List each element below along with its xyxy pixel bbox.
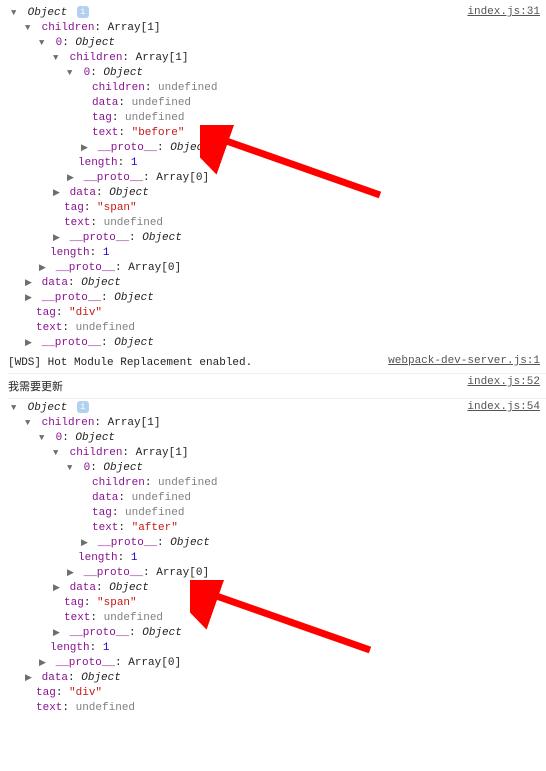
tree-node[interactable]: ▼ children: Array[1] — [8, 446, 542, 461]
console-output: index.js:31 ▼ Object i ▼ children: Array… — [0, 0, 546, 722]
tree-node: text: undefined — [8, 611, 542, 626]
tree-node[interactable]: ▶ __proto__: Object — [8, 336, 542, 351]
chevron-down-icon[interactable]: ▼ — [25, 21, 35, 36]
chevron-right-icon[interactable]: ▶ — [53, 231, 63, 246]
chevron-down-icon[interactable]: ▼ — [39, 431, 49, 446]
chevron-right-icon[interactable]: ▶ — [53, 186, 63, 201]
tree-node[interactable]: ▶ __proto__: Array[0] — [8, 171, 542, 186]
chevron-right-icon[interactable]: ▶ — [81, 536, 91, 551]
tree-node[interactable]: ▼ 0: Object — [8, 36, 542, 51]
tree-node: data: undefined — [8, 491, 542, 506]
tree-node-root[interactable]: ▼ Object i — [8, 6, 542, 21]
chevron-right-icon[interactable]: ▶ — [53, 626, 63, 641]
tree-node: length: 1 — [8, 641, 542, 656]
tree-node: tag: undefined — [8, 506, 542, 521]
tree-node[interactable]: ▶ __proto__: Array[0] — [8, 566, 542, 581]
tree-node: tag: undefined — [8, 111, 542, 126]
chevron-right-icon[interactable]: ▶ — [25, 276, 35, 291]
info-icon[interactable]: i — [77, 6, 89, 18]
tree-node[interactable]: ▼ 0: Object — [8, 461, 542, 476]
log-entry: index.js:54 ▼ Object i ▼ children: Array… — [8, 399, 546, 718]
tree-node[interactable]: ▶ data: Object — [8, 186, 542, 201]
chevron-right-icon[interactable]: ▶ — [39, 261, 49, 276]
tree-node[interactable]: ▼ children: Array[1] — [8, 51, 542, 66]
tree-node[interactable]: ▶ __proto__: Object — [8, 626, 542, 641]
tree-node: text: undefined — [8, 216, 542, 231]
tree-node[interactable]: ▶ __proto__: Array[0] — [8, 656, 542, 671]
info-icon[interactable]: i — [77, 401, 89, 413]
chevron-down-icon[interactable]: ▼ — [11, 6, 21, 21]
chevron-right-icon[interactable]: ▶ — [25, 671, 35, 686]
tree-node[interactable]: ▶ __proto__: Array[0] — [8, 261, 542, 276]
tree-node: children: undefined — [8, 81, 542, 96]
chevron-right-icon[interactable]: ▶ — [25, 336, 35, 351]
chevron-right-icon[interactable]: ▶ — [67, 171, 77, 186]
chevron-right-icon[interactable]: ▶ — [81, 141, 91, 156]
tree-node: children: undefined — [8, 476, 542, 491]
tree-node: tag: "div" — [8, 686, 542, 701]
chevron-right-icon[interactable]: ▶ — [67, 566, 77, 581]
tree-node[interactable]: ▶ data: Object — [8, 581, 542, 596]
chevron-right-icon[interactable]: ▶ — [53, 581, 63, 596]
tree-node: length: 1 — [8, 246, 542, 261]
tree-node-root[interactable]: ▼ Object i — [8, 401, 542, 416]
tree-node[interactable]: ▼ children: Array[1] — [8, 21, 542, 36]
tree-node[interactable]: ▼ 0: Object — [8, 431, 542, 446]
tree-node: text: undefined — [8, 321, 542, 336]
chevron-down-icon[interactable]: ▼ — [39, 36, 49, 51]
tree-node[interactable]: ▼ children: Array[1] — [8, 416, 542, 431]
tree-node-text-before: text: "before" — [8, 126, 542, 141]
tree-node[interactable]: ▶ data: Object — [8, 276, 542, 291]
chevron-down-icon[interactable]: ▼ — [25, 416, 35, 431]
tree-node: text: undefined — [8, 701, 542, 716]
tree-node: tag: "span" — [8, 201, 542, 216]
tree-node[interactable]: ▶ __proto__: Object — [8, 231, 542, 246]
chevron-down-icon[interactable]: ▼ — [67, 461, 77, 476]
tree-node: length: 1 — [8, 156, 542, 171]
chevron-down-icon[interactable]: ▼ — [11, 401, 21, 416]
tree-node: length: 1 — [8, 551, 542, 566]
tree-node[interactable]: ▶ __proto__: Object — [8, 291, 542, 306]
tree-node[interactable]: ▼ 0: Object — [8, 66, 542, 81]
chevron-right-icon[interactable]: ▶ — [39, 656, 49, 671]
tree-node: tag: "div" — [8, 306, 542, 321]
chevron-right-icon[interactable]: ▶ — [25, 291, 35, 306]
update-log: 我需要更新 — [8, 376, 542, 396]
tree-node-text-after: text: "after" — [8, 521, 542, 536]
tree-node[interactable]: ▶ __proto__: Object — [8, 141, 542, 156]
chevron-down-icon[interactable]: ▼ — [53, 51, 63, 66]
log-entry: webpack-dev-server.js:1 [WDS] Hot Module… — [8, 353, 546, 374]
tree-node: data: undefined — [8, 96, 542, 111]
tree-node: tag: "span" — [8, 596, 542, 611]
tree-node[interactable]: ▶ __proto__: Object — [8, 536, 542, 551]
log-entry: index.js:31 ▼ Object i ▼ children: Array… — [8, 4, 546, 353]
chevron-down-icon[interactable]: ▼ — [53, 446, 63, 461]
chevron-down-icon[interactable]: ▼ — [67, 66, 77, 81]
source-link[interactable]: index.js:52 — [467, 376, 540, 388]
source-link[interactable]: webpack-dev-server.js:1 — [388, 355, 540, 367]
log-entry: index.js:52 我需要更新 — [8, 374, 546, 399]
tree-node[interactable]: ▶ data: Object — [8, 671, 542, 686]
